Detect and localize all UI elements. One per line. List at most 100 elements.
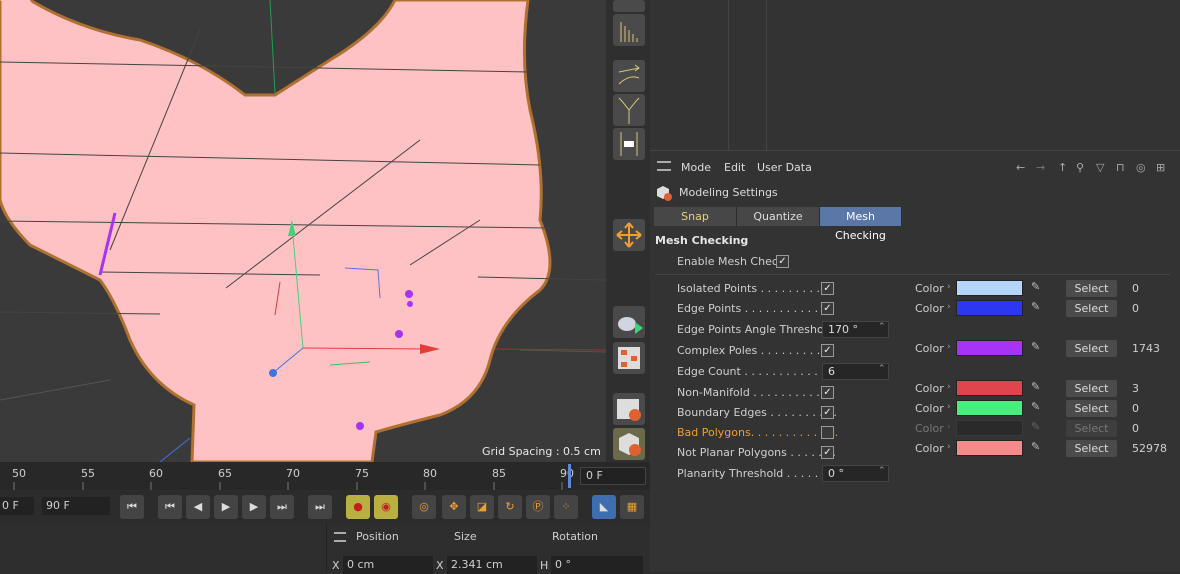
eyedropper-icon[interactable]: ✎ xyxy=(1031,420,1040,433)
teapot-render-icon[interactable] xyxy=(613,306,645,338)
position-x-field[interactable]: 0 cm xyxy=(343,556,433,574)
menu-edit[interactable]: Edit xyxy=(724,161,745,174)
boundary-edges-label: Boundary Edges . . . . . . . . . . xyxy=(677,406,837,419)
chevron-right-icon[interactable]: › xyxy=(947,402,951,412)
non-manifold-select-button[interactable]: Select xyxy=(1066,380,1117,397)
rotation-h-field[interactable]: 0 ° xyxy=(551,556,643,574)
rotate-key-icon[interactable]: ↻ xyxy=(498,495,522,519)
bad-polygons-select-button[interactable]: Select xyxy=(1066,420,1117,437)
boundary-edges-count: 0 xyxy=(1132,402,1139,415)
start-frame-field[interactable]: 0 F xyxy=(0,497,34,515)
scale-key-icon[interactable]: ◪ xyxy=(470,495,494,519)
tab-mesh-checking[interactable]: Mesh Checking xyxy=(820,207,902,242)
playhead[interactable] xyxy=(568,464,571,488)
eyedropper-icon[interactable]: ✎ xyxy=(1031,440,1040,453)
edge-points-checkbox[interactable]: ✓ xyxy=(821,302,834,315)
chevron-right-icon[interactable]: › xyxy=(947,282,951,292)
isolated-points-checkbox[interactable]: ✓ xyxy=(821,282,834,295)
not-planar-polygons-checkbox[interactable]: ✓ xyxy=(821,446,834,459)
tool-bars-icon[interactable] xyxy=(613,14,645,46)
go-to-end-icon[interactable]: ⏭ xyxy=(308,495,332,519)
chevron-right-icon[interactable]: › xyxy=(947,422,951,432)
hamburger-icon[interactable] xyxy=(334,532,346,542)
isolated-points-count: 0 xyxy=(1132,282,1139,295)
non-manifold-checkbox[interactable]: ✓ xyxy=(821,386,834,399)
edge-points-color-swatch[interactable] xyxy=(956,300,1023,316)
eyedropper-icon[interactable]: ✎ xyxy=(1031,300,1040,313)
stepper-arrows-icon[interactable]: ⌃ xyxy=(878,364,886,374)
back-arrow-icon[interactable]: ← xyxy=(1016,161,1025,174)
play-icon[interactable]: ▶ xyxy=(214,495,238,519)
keyframe-icon[interactable]: ◎ xyxy=(412,495,436,519)
tab-snap[interactable]: Snap xyxy=(654,207,737,226)
boundary-edges-select-button[interactable]: Select xyxy=(1066,400,1117,417)
hierarchy-icon[interactable] xyxy=(613,342,645,374)
spline-move-icon[interactable] xyxy=(613,128,645,160)
parameter-key-icon[interactable]: Ⓟ xyxy=(526,495,550,519)
3d-viewport[interactable]: Grid Spacing : 0.5 cm xyxy=(0,0,606,462)
spline-branch-icon[interactable] xyxy=(613,94,645,126)
eyedropper-icon[interactable]: ✎ xyxy=(1031,340,1040,353)
menu-mode[interactable]: Mode xyxy=(681,161,711,174)
stepper-arrows-icon[interactable]: ⌃ xyxy=(878,466,886,476)
chevron-right-icon[interactable]: › xyxy=(947,442,951,452)
not-planar-polygons-label: Not Planar Polygons . . . . . . . xyxy=(677,446,836,459)
size-x-field[interactable]: 2.341 cm xyxy=(447,556,537,574)
step-forward-icon[interactable]: ▶ xyxy=(242,495,266,519)
go-to-start-icon[interactable]: ⏮ xyxy=(120,495,144,519)
bad-polygons-checkbox[interactable] xyxy=(821,426,834,439)
tick-label: 85 xyxy=(492,467,506,480)
boundary-edges-color-swatch[interactable] xyxy=(956,400,1023,416)
eyedropper-icon[interactable]: ✎ xyxy=(1031,400,1040,413)
not-planar-polygons-color-swatch[interactable] xyxy=(956,440,1023,456)
non-manifold-color-swatch[interactable] xyxy=(956,380,1023,396)
rotation-header: Rotation xyxy=(552,530,599,543)
bad-polygons-color-swatch[interactable] xyxy=(956,420,1023,436)
modeling-settings-icon[interactable] xyxy=(613,428,645,460)
enable-mesh-check-checkbox[interactable]: ✓ xyxy=(776,255,789,268)
search-icon[interactable]: ⚲ xyxy=(1076,161,1084,174)
end-frame-field[interactable]: 90 F xyxy=(42,497,110,515)
filter-icon[interactable]: ▽ xyxy=(1096,161,1104,174)
spline-arrow-icon[interactable] xyxy=(613,60,645,92)
next-key-icon[interactable]: ⏭ xyxy=(270,495,294,519)
chevron-right-icon[interactable]: › xyxy=(947,302,951,312)
render-settings-icon[interactable] xyxy=(613,393,645,425)
step-back-icon[interactable]: ◀ xyxy=(186,495,210,519)
sound-icon[interactable]: ◣ xyxy=(592,495,616,519)
new-panel-icon[interactable]: ⊞ xyxy=(1156,161,1165,174)
record-icon[interactable]: ● xyxy=(346,495,370,519)
stepper-arrows-icon[interactable]: ⌃ xyxy=(878,322,886,332)
eyedropper-icon[interactable]: ✎ xyxy=(1031,280,1040,293)
edge-angle-threshold-label: Edge Points Angle Threshold xyxy=(677,323,834,336)
edge-points-select-button[interactable]: Select xyxy=(1066,300,1117,317)
complex-poles-color-swatch[interactable] xyxy=(956,340,1023,356)
chevron-right-icon[interactable]: › xyxy=(947,382,951,392)
tool-button-top[interactable] xyxy=(613,0,645,12)
up-arrow-icon[interactable]: ↑ xyxy=(1058,161,1067,174)
isolated-points-color-swatch[interactable] xyxy=(956,280,1023,296)
previous-key-icon[interactable]: ⏮ xyxy=(158,495,182,519)
tab-quantize[interactable]: Quantize xyxy=(737,207,820,226)
menu-user-data[interactable]: User Data xyxy=(757,161,812,174)
eyedropper-icon[interactable]: ✎ xyxy=(1031,380,1040,393)
not-planar-polygons-select-button[interactable]: Select xyxy=(1066,440,1117,457)
isolated-points-select-button[interactable]: Select xyxy=(1066,280,1117,297)
forward-arrow-icon[interactable]: → xyxy=(1036,161,1045,174)
complex-poles-checkbox[interactable]: ✓ xyxy=(821,344,834,357)
enable-mesh-check-label: Enable Mesh Check xyxy=(677,255,785,268)
edge-points-color-label: Color xyxy=(915,302,944,315)
autokey-icon[interactable]: ◉ xyxy=(374,495,398,519)
timeline-ruler[interactable]: 50 55 60 65 70 75 80 85 90 0 F xyxy=(0,462,650,490)
boundary-edges-checkbox[interactable]: ✓ xyxy=(821,406,834,419)
chevron-right-icon[interactable]: › xyxy=(947,342,951,352)
current-frame-field[interactable]: 0 F xyxy=(580,467,646,485)
complex-poles-select-button[interactable]: Select xyxy=(1066,340,1117,357)
move-key-icon[interactable]: ✥ xyxy=(442,495,466,519)
point-level-icon[interactable]: ⁘ xyxy=(554,495,578,519)
hamburger-icon[interactable] xyxy=(657,161,671,171)
move-tool-icon[interactable] xyxy=(613,219,645,251)
film-icon[interactable]: ▦ xyxy=(620,495,644,519)
target-icon[interactable]: ◎ xyxy=(1136,161,1146,174)
lock-icon[interactable]: ⊓ xyxy=(1116,161,1125,174)
